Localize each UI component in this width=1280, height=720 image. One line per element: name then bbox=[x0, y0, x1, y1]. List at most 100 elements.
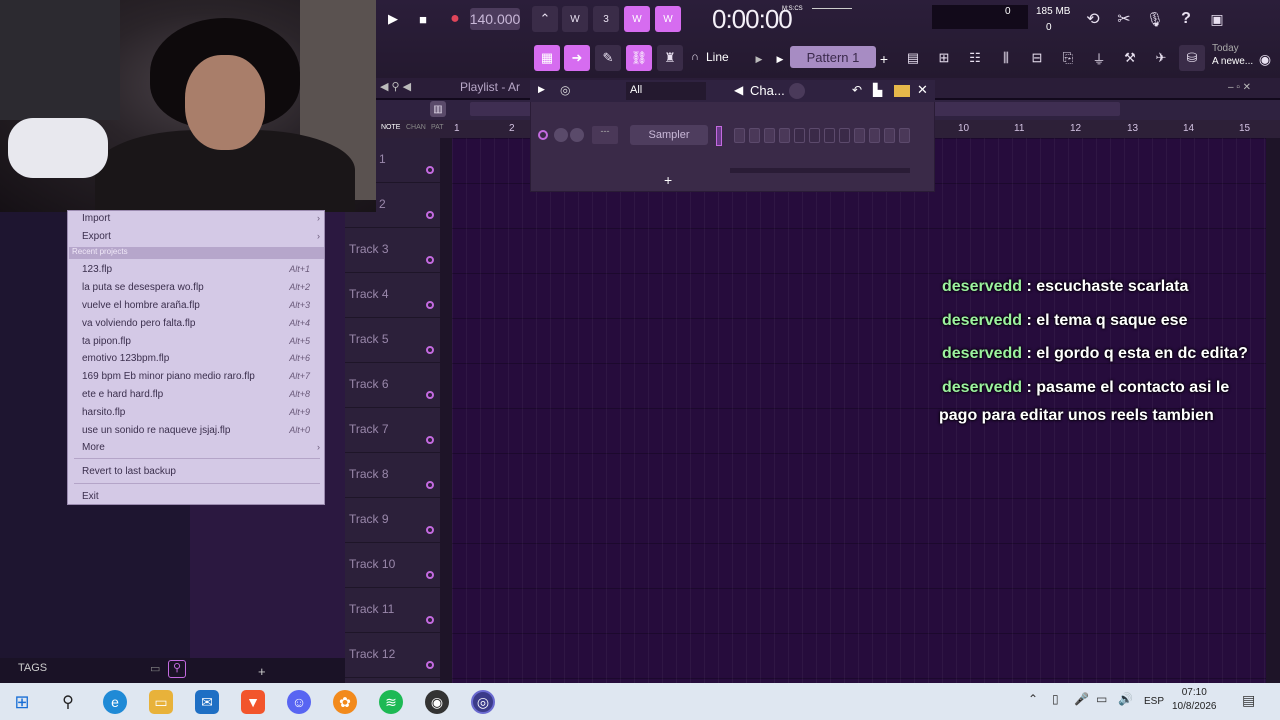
track-header[interactable]: Track 9 bbox=[345, 498, 440, 543]
shop-icon[interactable]: ⛁ bbox=[1179, 45, 1205, 71]
tools-icon[interactable]: ⚒ bbox=[1117, 45, 1143, 71]
rack-knob[interactable] bbox=[789, 83, 805, 99]
app-icon[interactable]: ◎ bbox=[471, 690, 495, 714]
step-button[interactable] bbox=[884, 128, 895, 143]
news-bulb-icon[interactable]: ◉ bbox=[1252, 46, 1278, 72]
track-mute-icon[interactable] bbox=[426, 301, 434, 309]
track-mute-icon[interactable] bbox=[426, 661, 434, 669]
mixer-icon[interactable]: ⫼ bbox=[993, 45, 1019, 71]
track-mute-icon[interactable] bbox=[426, 211, 434, 219]
step-button[interactable] bbox=[809, 128, 820, 143]
menu-item-more[interactable]: More bbox=[82, 442, 105, 453]
help-icon[interactable]: ? bbox=[1173, 6, 1199, 32]
tray-mouse-icon[interactable]: ▯ bbox=[1052, 692, 1059, 706]
rack-scrollbar[interactable] bbox=[730, 168, 910, 173]
track-header[interactable]: Track 12 bbox=[345, 633, 440, 678]
playlist-icon[interactable]: ▤ bbox=[900, 45, 926, 71]
draw-tool-icon[interactable]: ✎ bbox=[595, 45, 621, 71]
countdown-icon[interactable]: 3 bbox=[593, 6, 619, 32]
discord-icon[interactable]: ☺ bbox=[287, 690, 311, 714]
stamp-icon[interactable]: ♜ bbox=[657, 45, 683, 71]
track-mute-icon[interactable] bbox=[426, 346, 434, 354]
step-button[interactable] bbox=[749, 128, 760, 143]
channel-rack-icon[interactable]: ☷ bbox=[962, 45, 988, 71]
rack-undo-icon[interactable]: ↶ bbox=[852, 83, 862, 97]
save-icon[interactable]: ▣ bbox=[1204, 6, 1230, 32]
track-header[interactable]: Track 5 bbox=[345, 318, 440, 363]
language-indicator[interactable]: ESP bbox=[1144, 696, 1164, 707]
play-icon[interactable]: ▶ bbox=[380, 6, 406, 32]
arrow-tool-icon[interactable]: ➜ bbox=[564, 45, 590, 71]
brave-icon[interactable]: ▼ bbox=[241, 690, 265, 714]
file-explorer-icon[interactable]: ▭ bbox=[149, 690, 173, 714]
search-icon[interactable]: ⚲ bbox=[168, 660, 186, 678]
track-mute-icon[interactable] bbox=[426, 391, 434, 399]
undo-history-icon[interactable]: ⟲ bbox=[1080, 6, 1106, 32]
pianoroll-window-icon[interactable]: ⊞ bbox=[931, 45, 957, 71]
track-header[interactable]: Track 8 bbox=[345, 453, 440, 498]
notifications-icon[interactable]: ▤ bbox=[1242, 692, 1255, 709]
step-button[interactable] bbox=[779, 128, 790, 143]
playlist-piano-icon[interactable]: ▥ bbox=[430, 101, 446, 117]
link-icon[interactable]: ⛓ bbox=[626, 45, 652, 71]
wait-icon[interactable]: W bbox=[562, 6, 588, 32]
channel-led-icon[interactable] bbox=[538, 130, 548, 140]
track-mute-icon[interactable] bbox=[426, 481, 434, 489]
swing-icon[interactable]: ◎ bbox=[560, 83, 570, 97]
recent-project-item[interactable]: ete e hard hard.flp bbox=[82, 389, 163, 400]
obs-icon[interactable]: ◉ bbox=[425, 690, 449, 714]
spotify-icon[interactable]: ≋ bbox=[379, 690, 403, 714]
edge-icon[interactable]: e bbox=[103, 690, 127, 714]
tray-volume-icon[interactable]: 🔊 bbox=[1118, 692, 1133, 706]
channel-volume-knob[interactable] bbox=[554, 128, 568, 142]
track-mute-icon[interactable] bbox=[426, 436, 434, 444]
search-taskbar-icon[interactable]: ⚲ bbox=[56, 690, 80, 714]
step-button[interactable] bbox=[839, 128, 850, 143]
recent-project-item[interactable]: vuelve el hombre araña.flp bbox=[82, 300, 200, 311]
playlist-vscroll[interactable] bbox=[1266, 138, 1280, 683]
menu-item-revert[interactable]: Revert to last backup bbox=[82, 466, 176, 477]
snap-arrow-icon[interactable]: ▶ bbox=[752, 46, 766, 72]
channel-pan-knob[interactable] bbox=[570, 128, 584, 142]
folder-icon[interactable]: ▭ bbox=[150, 662, 160, 675]
step-button[interactable] bbox=[824, 128, 835, 143]
loop-record-icon[interactable]: W bbox=[655, 6, 681, 32]
cut-icon[interactable]: ✂ bbox=[1111, 6, 1137, 32]
windows-start-icon[interactable]: ⊞ bbox=[10, 690, 34, 714]
tray-mic-icon[interactable]: 🎤 bbox=[1074, 692, 1089, 706]
channel-select-indicator[interactable] bbox=[716, 126, 722, 146]
pattern-prev-icon[interactable]: ▶ bbox=[773, 46, 787, 72]
graph-editor-icon[interactable]: ▙ bbox=[873, 83, 882, 97]
add-pattern-icon[interactable]: + bbox=[876, 46, 892, 72]
track-mute-icon[interactable] bbox=[426, 526, 434, 534]
track-header[interactable]: Track 4 bbox=[345, 273, 440, 318]
recent-project-item[interactable]: 123.flp bbox=[82, 264, 112, 275]
piano-roll-icon[interactable]: ▦ bbox=[534, 45, 560, 71]
track-mute-icon[interactable] bbox=[426, 616, 434, 624]
step-button[interactable] bbox=[764, 128, 775, 143]
tray-chevron-icon[interactable]: ⌃ bbox=[1028, 692, 1038, 706]
rack-menu-icon[interactable]: ▶ bbox=[538, 84, 545, 95]
export-icon[interactable]: ✈ bbox=[1148, 45, 1174, 71]
channel-sampler-button[interactable]: Sampler bbox=[630, 125, 708, 145]
tempo-display[interactable]: 140.000 bbox=[470, 8, 520, 30]
add-track-icon[interactable]: + bbox=[258, 664, 266, 679]
track-header[interactable]: Track 6 bbox=[345, 363, 440, 408]
recent-project-item[interactable]: harsito.flp bbox=[82, 407, 125, 418]
taskbar-clock[interactable]: 07:10 10/8/2026 bbox=[1172, 686, 1217, 714]
window-controls-icon[interactable]: – ▫ ✕ bbox=[1228, 82, 1251, 93]
menu-item-exit[interactable]: Exit bbox=[82, 491, 99, 502]
recent-project-item[interactable]: emotivo 123bpm.flp bbox=[82, 353, 169, 364]
track-mute-icon[interactable] bbox=[426, 256, 434, 264]
step-button[interactable] bbox=[899, 128, 910, 143]
add-channel-button[interactable]: + bbox=[664, 172, 672, 188]
step-button[interactable] bbox=[869, 128, 880, 143]
recent-project-item[interactable]: va volviendo pero falta.flp bbox=[82, 318, 195, 329]
plugin-icon[interactable]: ⏚ bbox=[1086, 45, 1112, 71]
recent-project-item[interactable]: 169 bpm Eb minor piano medio raro.flp bbox=[82, 371, 255, 382]
record-icon[interactable]: ● bbox=[442, 6, 468, 32]
recent-project-item[interactable]: use un sonido re naqueve jsjaj.flp bbox=[82, 425, 230, 436]
track-header[interactable]: Track 7 bbox=[345, 408, 440, 453]
pattern-selector[interactable]: Pattern 1 bbox=[790, 46, 876, 68]
menu-item-import[interactable]: Import bbox=[82, 213, 110, 224]
